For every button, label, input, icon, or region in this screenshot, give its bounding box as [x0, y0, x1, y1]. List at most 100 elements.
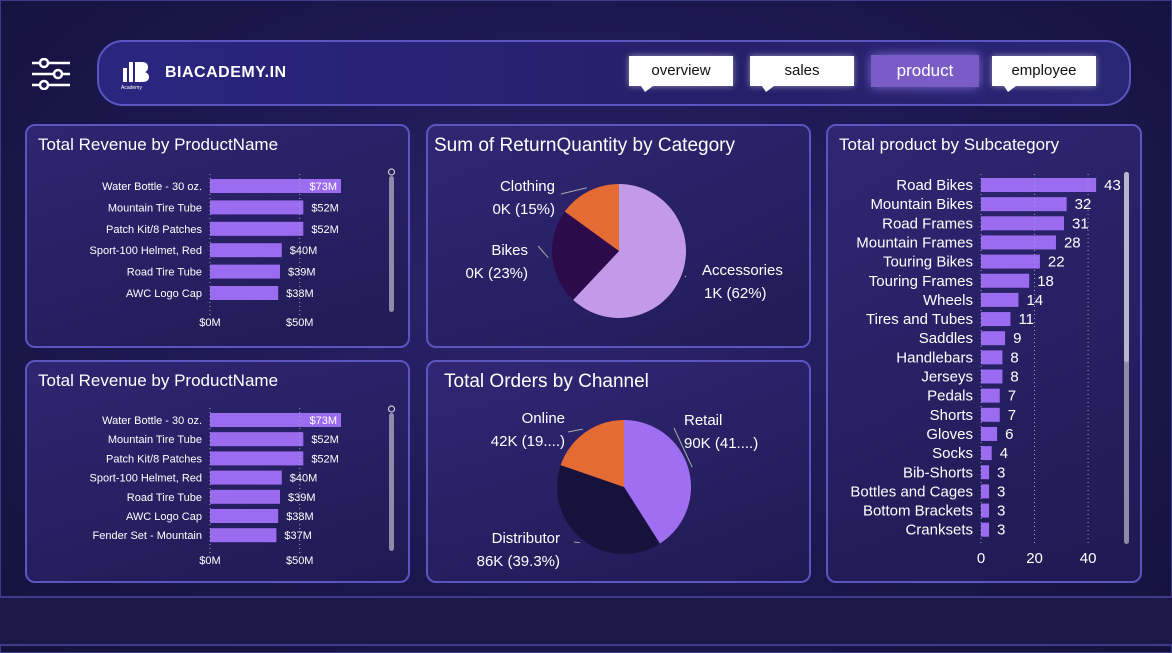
data-label: 31 — [1072, 215, 1089, 232]
slice-label: 1K (62%) — [704, 285, 767, 302]
bar — [981, 369, 1003, 384]
x-tick-label: $0M — [199, 317, 220, 329]
data-label: $73M — [309, 181, 337, 193]
bar — [981, 350, 1003, 365]
bar — [210, 243, 282, 258]
bar — [210, 489, 280, 504]
data-label: 3 — [997, 483, 1005, 500]
data-label: $40M — [290, 245, 318, 257]
x-tick-label: 40 — [1080, 550, 1097, 567]
bar — [210, 264, 280, 279]
slice-label: 42K (19....) — [491, 433, 565, 450]
data-label: 3 — [997, 464, 1005, 481]
category-label: Touring Bikes — [883, 254, 973, 271]
data-label: 28 — [1064, 234, 1081, 251]
tab-sales[interactable]: sales — [750, 56, 854, 92]
category-label: Touring Frames — [869, 273, 973, 290]
category-label: Water Bottle - 30 oz. — [102, 415, 202, 427]
data-label: $52M — [311, 453, 339, 465]
category-label: Water Bottle - 30 oz. — [102, 181, 202, 193]
slice-name: Bikes — [491, 242, 528, 259]
bar — [210, 451, 304, 466]
bar — [981, 273, 1030, 288]
x-tick-label: 0 — [977, 550, 985, 567]
category-label: Socks — [932, 445, 973, 462]
bar — [981, 465, 990, 480]
category-label: Mountain Frames — [856, 234, 973, 251]
data-label: 11 — [1018, 311, 1034, 328]
scrollbar-handle[interactable] — [387, 168, 396, 176]
bar — [210, 528, 277, 543]
bar — [210, 286, 279, 300]
leader-line — [537, 245, 549, 259]
category-label: Road Tire Tube — [127, 267, 202, 279]
data-label: 9 — [1013, 330, 1021, 347]
category-label: Handlebars — [896, 349, 973, 366]
category-label: Sport-100 Helmet, Red — [90, 245, 203, 257]
category-label: Mountain Tire Tube — [108, 434, 202, 446]
bar — [981, 407, 1000, 422]
data-label: 7 — [1008, 407, 1016, 424]
category-label: Saddles — [919, 330, 973, 347]
bar — [981, 388, 1000, 403]
category-label: Wheels — [923, 292, 973, 309]
scrollbar-thumb[interactable] — [1124, 172, 1129, 362]
slice-name: Distributor — [492, 530, 560, 547]
x-tick-label: $0M — [199, 555, 220, 567]
slice-name: Retail — [684, 412, 722, 429]
revenue-bar-chart-2: Water Bottle - 30 oz. $73M Mountain Tire T… — [90, 405, 396, 567]
category-label: Gloves — [926, 426, 973, 443]
orders-by-channel-card: Total Orders by Channel Retail 90K (41...… — [426, 360, 811, 583]
category-label: Bib-Shorts — [903, 464, 973, 481]
slice-label: 90K (41....) — [684, 435, 758, 452]
revenue-by-product-card-1: Total Revenue by ProductName Water Bottl… — [25, 124, 410, 348]
data-label: $40M — [290, 473, 318, 485]
data-label: 3 — [997, 522, 1005, 539]
bar — [981, 216, 1064, 231]
data-label: $37M — [284, 530, 312, 542]
category-label: Bottom Brackets — [863, 503, 973, 520]
bar — [981, 446, 992, 461]
data-label: $52M — [311, 224, 339, 236]
bar — [981, 292, 1019, 307]
bar — [210, 470, 282, 485]
bar — [981, 197, 1067, 212]
data-label: 8 — [1010, 349, 1018, 366]
scrollbar[interactable] — [389, 413, 394, 551]
subcategory-bar-chart: Road Bikes 43Mountain Bikes 32Road Frames 3… — [850, 172, 1129, 567]
data-label: 32 — [1075, 196, 1092, 213]
category-label: Road Frames — [882, 215, 973, 232]
bar — [210, 200, 304, 215]
filter-sliders-icon[interactable] — [30, 58, 72, 90]
category-label: Pedals — [927, 388, 973, 405]
data-label: $73M — [309, 415, 337, 427]
slice-label: 0K (15%) — [492, 201, 555, 218]
bar — [981, 503, 990, 518]
slice-name: Clothing — [500, 178, 555, 195]
category-label: Mountain Bikes — [870, 196, 973, 213]
slice-name: Accessories — [702, 262, 783, 279]
category-label: Road Bikes — [896, 177, 973, 194]
category-label: Patch Kit/8 Patches — [106, 453, 202, 465]
orders-by-channel-pie-chart: Retail 90K (41....) Distributor 86K (39.3%)… — [477, 410, 759, 570]
data-label: 8 — [1010, 369, 1018, 386]
data-label: $52M — [311, 434, 339, 446]
product-by-subcategory-card: Total product by Subcategory Road Bikes 4… — [826, 124, 1142, 583]
slice-label: 86K (39.3%) — [477, 553, 560, 570]
scrollbar-handle[interactable] — [387, 405, 396, 413]
tab-employee[interactable]: employee — [992, 56, 1096, 92]
category-label: Bottles and Cages — [850, 483, 973, 500]
brand-name: BIACADEMY.IN — [165, 64, 287, 81]
data-label: 22 — [1048, 254, 1065, 271]
scrollbar[interactable] — [389, 176, 394, 312]
category-label: AWC Logo Cap — [126, 288, 202, 300]
tab-overview[interactable]: overview — [629, 56, 733, 92]
tab-product[interactable]: product — [871, 55, 979, 87]
category-label: Mountain Tire Tube — [108, 202, 202, 214]
category-label: Jerseys — [921, 369, 973, 386]
category-label: Sport-100 Helmet, Red — [90, 473, 203, 485]
slice-label: 0K (23%) — [465, 265, 528, 282]
bar — [981, 426, 998, 441]
leader-line — [573, 541, 581, 544]
biacademy-logo-icon: Academy — [121, 62, 149, 91]
